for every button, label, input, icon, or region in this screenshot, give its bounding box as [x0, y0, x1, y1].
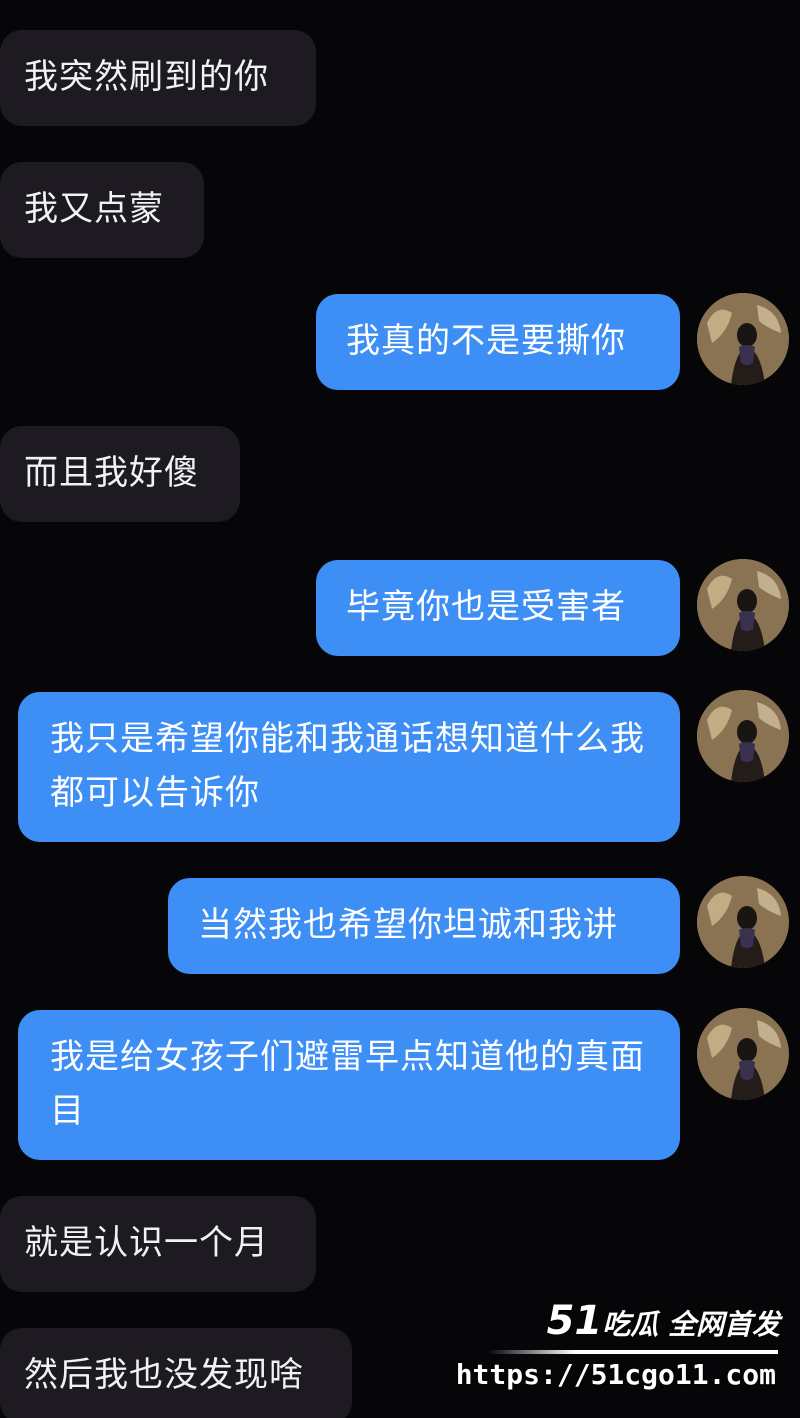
avatar-image-icon	[697, 1008, 789, 1100]
avatar-image-icon	[697, 690, 789, 782]
watermark-brand-text: 吃瓜 全网首发	[602, 1308, 780, 1341]
incoming-message[interactable]: 就是认识一个月	[0, 1196, 316, 1292]
incoming-message[interactable]: 然后我也没发现啥	[0, 1328, 352, 1418]
outgoing-message[interactable]: 当然我也希望你坦诚和我讲	[168, 878, 680, 974]
avatar-image-icon	[697, 293, 789, 385]
incoming-message[interactable]: 我突然刷到的你	[0, 30, 316, 126]
watermark-brand-number: 51	[546, 1298, 603, 1344]
outgoing-message[interactable]: 我真的不是要撕你	[316, 294, 680, 390]
watermark-divider	[488, 1350, 778, 1354]
chat-thread: 我突然刷到的你 我又点蒙 我真的不是要撕你 而且我好傻 毕竟你也是受害者 我只是…	[0, 0, 800, 1418]
incoming-message[interactable]: 而且我好傻	[0, 426, 240, 522]
user-avatar[interactable]	[697, 559, 789, 651]
avatar-image-icon	[697, 559, 789, 651]
incoming-message[interactable]: 我又点蒙	[0, 162, 204, 258]
user-avatar[interactable]	[697, 690, 789, 782]
outgoing-message[interactable]: 我只是希望你能和我通话想知道什么我都可以告诉你	[18, 692, 680, 842]
outgoing-message[interactable]: 我是给女孩子们避雷早点知道他的真面目	[18, 1010, 680, 1160]
watermark: 51吃瓜 全网首发 https://51cgo11.com	[456, 1298, 788, 1408]
user-avatar[interactable]	[697, 876, 789, 968]
user-avatar[interactable]	[697, 293, 789, 385]
avatar-image-icon	[697, 876, 789, 968]
watermark-url: https://51cgo11.com	[455, 1358, 776, 1391]
outgoing-message[interactable]: 毕竟你也是受害者	[316, 560, 680, 656]
user-avatar[interactable]	[697, 1008, 789, 1100]
watermark-brand: 51吃瓜 全网首发	[547, 1298, 780, 1344]
